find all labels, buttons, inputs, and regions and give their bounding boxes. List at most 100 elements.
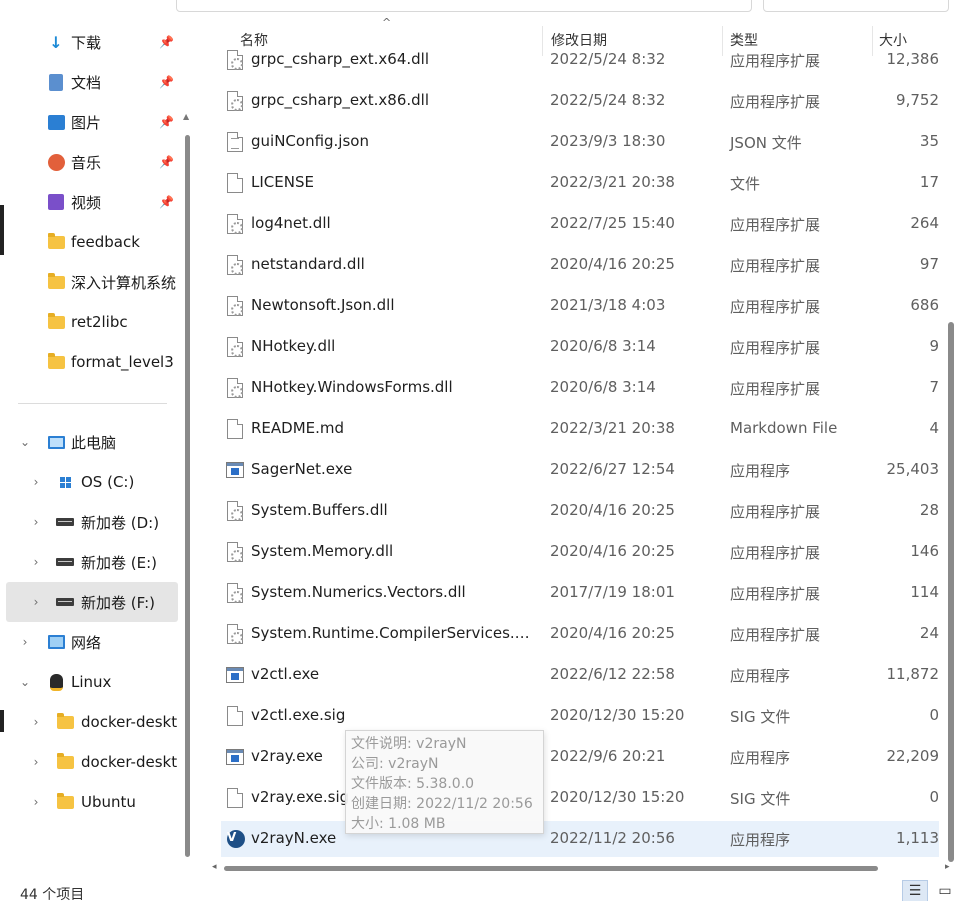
chevron-right-icon[interactable]: ›	[29, 755, 43, 769]
file-type: 应用程序扩展	[730, 216, 821, 234]
dll-file-icon	[227, 91, 243, 111]
file-name: System.Runtime.CompilerServices.U...	[251, 624, 533, 642]
nav-item-network[interactable]: › 网络	[6, 622, 178, 662]
file-row[interactable]: v2ray.exe 2022/9/6 20:21 应用程序 22,209	[221, 739, 939, 775]
dll-file-icon	[227, 255, 243, 275]
file-row[interactable]: Newtonsoft.Json.dll 2021/3/18 4:03 应用程序扩展 6…	[221, 288, 939, 324]
nav-label: ret2libc	[71, 313, 128, 331]
file-row[interactable]: LICENSE 2022/3/21 20:38 文件 17	[221, 165, 939, 201]
file-type: 文件	[730, 175, 761, 193]
chevron-right-icon[interactable]: ›	[18, 635, 32, 649]
file-date: 2022/3/21 20:38	[550, 419, 675, 437]
large-icons-view-icon: ▭	[938, 883, 952, 899]
chevron-right-icon[interactable]: ›	[29, 475, 43, 489]
file-size: 0	[929, 788, 939, 806]
file-row[interactable]: grpc_csharp_ext.x86.dll 2022/5/24 8:32 应用程…	[221, 83, 939, 119]
file-row[interactable]: v2ctl.exe.sig 2020/12/30 15:20 SIG 文件 0	[221, 698, 939, 734]
nav-label: 新加卷 (F:)	[81, 593, 155, 612]
chevron-right-icon[interactable]: ›	[29, 595, 43, 609]
file-row[interactable]: Vv2rayN.exe 2022/11/2 20:56 应用程序 1,113	[221, 821, 939, 857]
file-row[interactable]: grpc_csharp_ext.x64.dll 2022/5/24 8:32 应用程…	[221, 42, 939, 78]
nav-item-this-pc[interactable]: ⌄ 此电脑	[6, 422, 178, 462]
file-date: 2023/9/3 18:30	[550, 132, 666, 150]
nav-item-videos[interactable]: 视频 📌	[6, 182, 178, 222]
file-size: 9	[929, 337, 939, 355]
dll-file-icon	[227, 378, 243, 398]
file-size: 9,752	[896, 91, 939, 109]
file-size: 4	[929, 419, 939, 437]
file-row[interactable]: System.Numerics.Vectors.dll 2017/7/19 18:…	[221, 575, 939, 611]
file-size: 24	[919, 624, 939, 642]
nav-item-docker-desktop-data[interactable]: › docker-deskt	[6, 742, 178, 782]
chevron-down-icon[interactable]: ⌄	[18, 435, 32, 449]
file-list-horizontal-scrollbar[interactable]	[224, 866, 878, 871]
file-type: 应用程序扩展	[730, 503, 821, 521]
file-row[interactable]: System.Memory.dll 2020/4/16 20:25 应用程序扩展 14…	[221, 534, 939, 570]
nav-label: Linux	[71, 673, 112, 691]
tooltip-line: 创建日期: 2022/11/2 20:56	[351, 796, 533, 812]
file-row[interactable]: System.Buffers.dll 2020/4/16 20:25 应用程序扩展 2…	[221, 493, 939, 529]
nav-item-docker-desktop[interactable]: › docker-deskt	[6, 702, 178, 742]
dll-file-icon	[227, 214, 243, 234]
nav-item-feedback[interactable]: feedback	[6, 222, 178, 262]
file-date: 2022/7/25 15:40	[550, 214, 675, 232]
file-date: 2020/4/16 20:25	[550, 624, 675, 642]
scroll-right-arrow-icon[interactable]: ▸	[945, 862, 950, 872]
nav-item-drive-c[interactable]: › OS (C:)	[6, 462, 178, 502]
nav-item-pictures[interactable]: 图片 📌	[6, 102, 178, 142]
nav-item-documents[interactable]: 文档 📌	[6, 62, 178, 102]
chevron-right-icon[interactable]: ›	[29, 715, 43, 729]
file-row[interactable]: NHotkey.dll 2020/6/8 3:14 应用程序扩展 9	[221, 329, 939, 365]
file-type: 应用程序扩展	[730, 93, 821, 111]
scroll-up-arrow-icon[interactable]: ▲	[183, 112, 189, 121]
address-bar-edge	[176, 0, 752, 12]
window-edge	[0, 205, 4, 255]
scroll-left-arrow-icon[interactable]: ◂	[212, 862, 217, 872]
dll-file-icon	[227, 542, 243, 562]
nav-item-drive-e[interactable]: › 新加卷 (E:)	[6, 542, 178, 582]
nav-item-ret2libc[interactable]: ret2libc	[6, 302, 178, 342]
file-row[interactable]: SagerNet.exe 2022/6/27 12:54 应用程序 25,403	[221, 452, 939, 488]
folder-icon	[47, 312, 65, 331]
window-edge	[0, 710, 4, 732]
nav-label: OS (C:)	[81, 473, 135, 491]
large-icons-view-button[interactable]: ▭	[932, 880, 958, 901]
nav-item-drive-d[interactable]: › 新加卷 (D:)	[6, 502, 178, 542]
file-size: 264	[910, 214, 939, 232]
nav-item-linux[interactable]: ⌄ Linux	[6, 662, 178, 702]
nav-item-drive-f[interactable]: › 新加卷 (F:)	[6, 582, 178, 622]
file-row[interactable]: v2ray.exe.sig 2020/12/30 15:20 SIG 文件 0	[221, 780, 939, 816]
chevron-right-icon[interactable]: ›	[29, 555, 43, 569]
dll-file-icon	[227, 50, 243, 70]
file-row[interactable]: log4net.dll 2022/7/25 15:40 应用程序扩展 264	[221, 206, 939, 242]
file-type: 应用程序扩展	[730, 52, 821, 70]
nav-label: 音乐	[71, 153, 102, 172]
nav-item-ubuntu[interactable]: › Ubuntu	[6, 782, 178, 822]
file-list-vertical-scrollbar[interactable]	[948, 322, 954, 862]
details-view-button[interactable]: ☰	[902, 880, 928, 901]
network-icon	[47, 633, 65, 651]
nav-item-format-level3[interactable]: format_level3	[6, 342, 178, 382]
file-row[interactable]: guiNConfig.json 2023/9/3 18:30 JSON 文件 35	[221, 124, 939, 160]
chevron-right-icon[interactable]: ›	[29, 795, 43, 809]
file-row[interactable]: netstandard.dll 2020/4/16 20:25 应用程序扩展 97	[221, 247, 939, 283]
file-name: v2ctl.exe.sig	[251, 706, 346, 724]
file-size: 97	[919, 255, 939, 273]
nav-item-music[interactable]: 音乐 📌	[6, 142, 178, 182]
file-date: 2022/3/21 20:38	[550, 173, 675, 191]
drive-icon	[56, 553, 74, 571]
file-row[interactable]: NHotkey.WindowsForms.dll 2020/6/8 3:14 应用程…	[221, 370, 939, 406]
file-name: Newtonsoft.Json.dll	[251, 296, 395, 314]
nav-item-downloads[interactable]: ↓ 下载 📌	[6, 22, 178, 62]
file-row[interactable]: System.Runtime.CompilerServices.U... 2020…	[221, 616, 939, 652]
nav-scrollbar-thumb[interactable]	[185, 135, 190, 857]
file-size: 12,386	[886, 50, 940, 68]
nav-item-folder[interactable]: 深入计算机系统	[6, 262, 178, 302]
chevron-down-icon[interactable]: ⌄	[18, 675, 32, 689]
file-date: 2022/11/2 20:56	[550, 829, 675, 847]
pin-icon: 📌	[159, 75, 174, 89]
file-row[interactable]: README.md 2022/3/21 20:38 Markdown File 4	[221, 411, 939, 447]
file-row[interactable]: v2ctl.exe 2022/6/12 22:58 应用程序 11,872	[221, 657, 939, 693]
chevron-right-icon[interactable]: ›	[29, 515, 43, 529]
folder-icon	[56, 712, 74, 731]
